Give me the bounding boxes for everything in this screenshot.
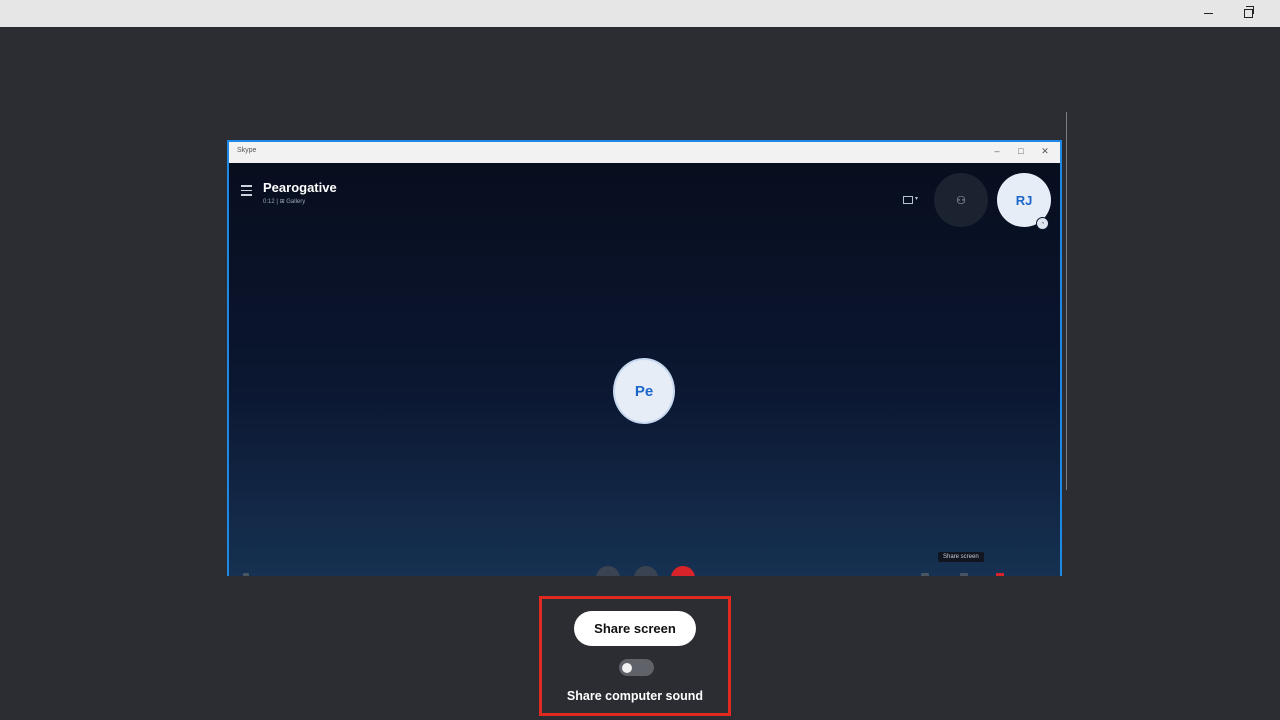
expand-icon <box>243 573 249 576</box>
minimize-icon <box>1203 13 1213 14</box>
chat-icon <box>921 573 929 576</box>
window-titlebar <box>0 0 1280 27</box>
preview-app-name: Skype <box>237 147 257 154</box>
add-person-icon: ⚇ <box>934 173 988 227</box>
share-computer-sound-toggle[interactable] <box>619 659 654 676</box>
call-title: Pearogative <box>263 180 337 195</box>
share-panel-highlight: Share screen Share computer sound <box>539 596 731 716</box>
share-screen-icon <box>960 573 968 576</box>
preview-maximize-icon: □ <box>1018 146 1024 156</box>
avatar-status-icon: ◔ <box>1036 217 1049 230</box>
restore-icon <box>1243 6 1254 18</box>
preview-close-icon: ✕ <box>1041 146 1049 156</box>
screen-share-preview: Skype – □ ✕ Pearogative 0:12 | ⊞ Gallery… <box>227 140 1062 576</box>
preview-titlebar: Skype – □ ✕ <box>229 142 1060 163</box>
chevron-down-icon: ▾ <box>915 196 919 202</box>
preview-minimize-icon: – <box>994 146 1000 156</box>
scrollbar-track[interactable] <box>1066 112 1067 490</box>
crop-icon <box>903 196 913 204</box>
end-call-icon <box>671 566 695 576</box>
share-screen-button[interactable]: Share screen <box>574 611 696 646</box>
share-computer-sound-label: Share computer sound <box>566 689 704 703</box>
call-subtitle: 0:12 | ⊞ Gallery <box>263 199 306 205</box>
hamburger-menu-icon <box>241 185 252 196</box>
toggle-knob <box>622 662 632 673</box>
reactions-icon <box>996 573 1004 576</box>
avatar-pe: Pe <box>613 358 675 424</box>
mic-toggle-icon <box>634 566 658 576</box>
restore-button[interactable] <box>1225 0 1271 27</box>
video-toggle-icon <box>596 566 620 576</box>
share-screen-tooltip: Share screen <box>938 552 984 562</box>
